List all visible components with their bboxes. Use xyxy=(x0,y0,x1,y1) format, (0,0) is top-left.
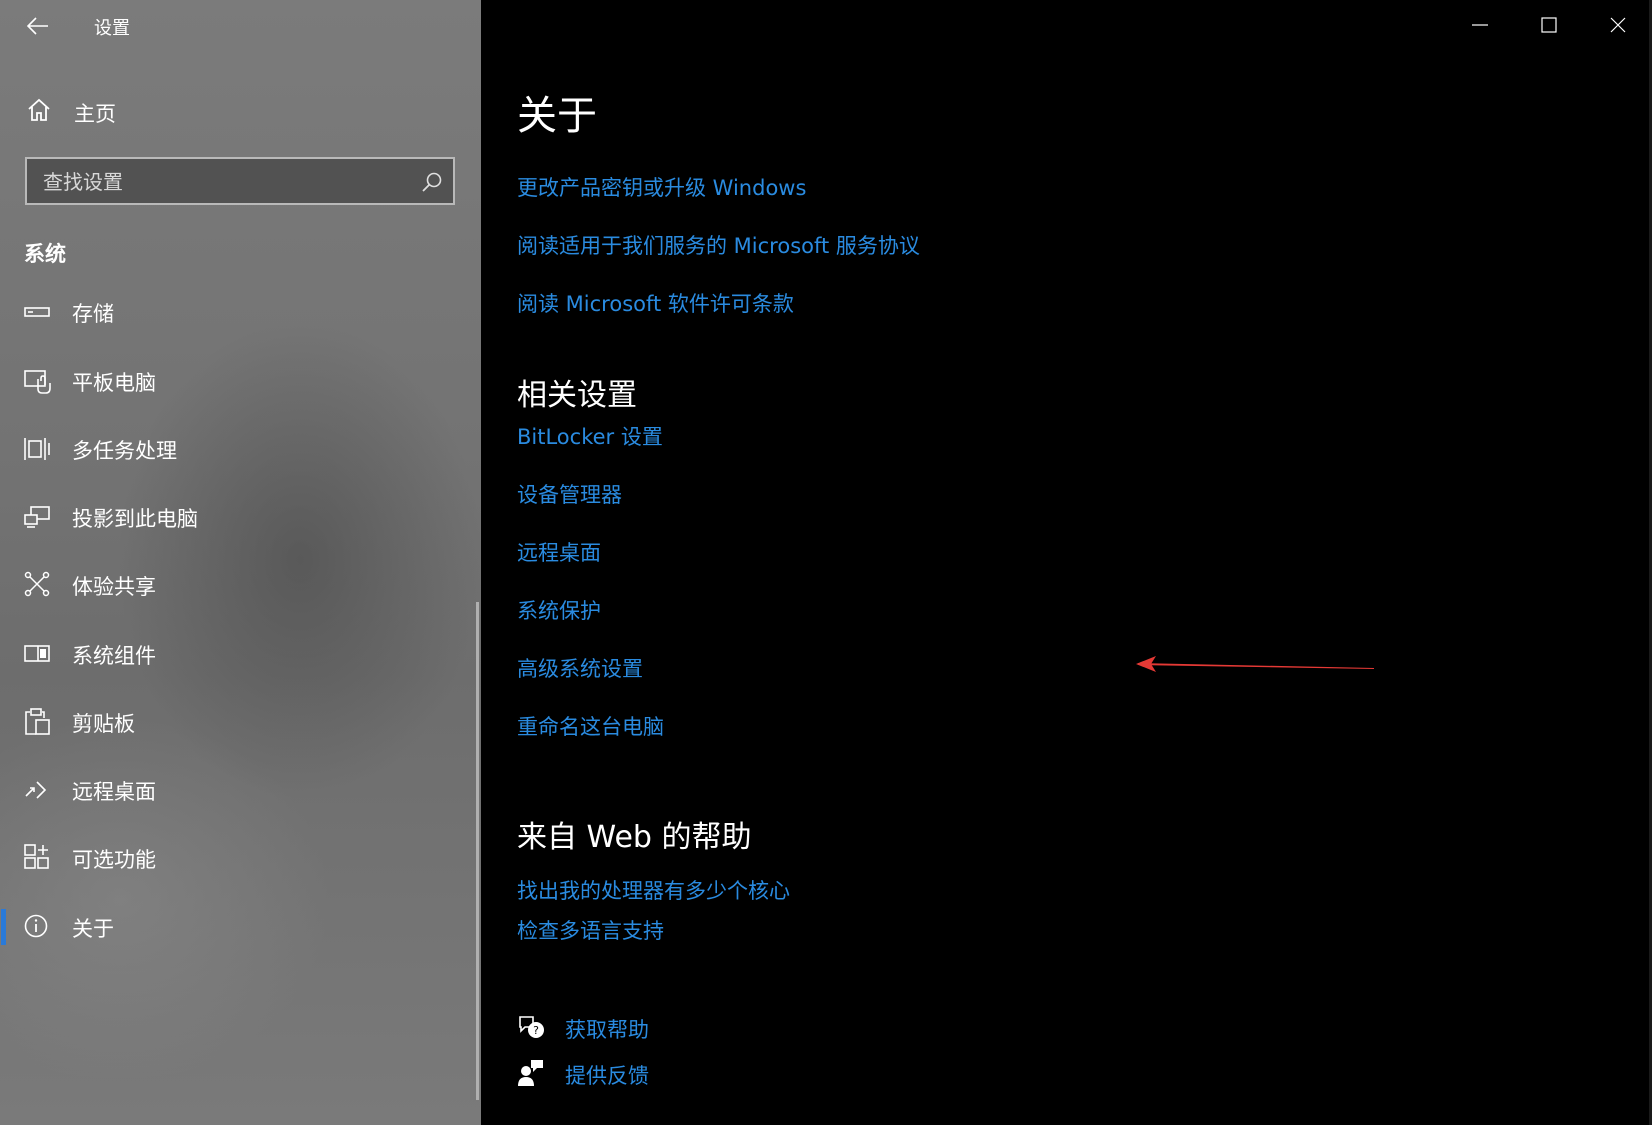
main-pane: 关于 更改产品密钥或升级 Windows 阅读适用于我们服务的 Microsof… xyxy=(481,0,1652,1125)
sidebar-item-label: 存储 xyxy=(72,302,114,326)
remote-desktop-link[interactable]: 远程桌面 xyxy=(517,537,601,567)
search-icon[interactable] xyxy=(421,171,443,193)
sidebar-item-about[interactable]: 关于 xyxy=(0,899,476,955)
app-title: 设置 xyxy=(94,18,130,39)
shared-experiences-icon xyxy=(24,571,50,597)
red-annotation-arrow xyxy=(1136,656,1374,672)
feedback-link[interactable]: 提供反馈 xyxy=(565,1060,649,1090)
svg-text:?: ? xyxy=(533,1024,539,1037)
back-button[interactable] xyxy=(22,12,54,40)
sidebar-item-clipboard[interactable]: 剪贴板 xyxy=(0,694,476,750)
info-icon xyxy=(24,914,48,938)
tablet-icon xyxy=(24,370,51,394)
clipboard-icon xyxy=(25,708,50,735)
web-help-title: 来自 Web 的帮助 xyxy=(517,820,752,855)
sidebar-item-label: 远程桌面 xyxy=(72,780,156,804)
storage-icon xyxy=(24,307,50,317)
remote-desktop-icon xyxy=(25,781,47,799)
sidebar-scrollbar[interactable] xyxy=(476,602,479,1100)
related-settings-title: 相关设置 xyxy=(517,378,637,413)
sidebar-item-label: 主页 xyxy=(74,102,116,126)
sidebar-item-label: 体验共享 xyxy=(72,575,156,599)
home-icon xyxy=(28,98,50,121)
multilanguage-support-link[interactable]: 检查多语言支持 xyxy=(517,915,664,945)
maximize-icon xyxy=(1540,17,1557,33)
minimize-button[interactable] xyxy=(1445,0,1514,50)
device-manager-link[interactable]: 设备管理器 xyxy=(517,479,622,509)
maximize-button[interactable] xyxy=(1514,0,1583,50)
advanced-system-settings-link[interactable]: 高级系统设置 xyxy=(517,653,643,683)
projecting-icon xyxy=(24,506,50,528)
sidebar-item-storage[interactable]: 存储 xyxy=(0,284,476,340)
minimize-icon xyxy=(1471,24,1488,26)
sidebar-item-projecting[interactable]: 投影到此电脑 xyxy=(0,489,476,545)
sidebar-item-label: 多任务处理 xyxy=(72,439,177,463)
sidebar-item-home[interactable]: 主页 xyxy=(0,88,481,134)
sidebar-item-label: 平板电脑 xyxy=(72,371,156,395)
service-agreement-link[interactable]: 阅读适用于我们服务的 Microsoft 服务协议 xyxy=(517,230,920,260)
close-button[interactable] xyxy=(1583,0,1652,50)
sidebar: 设置 主页 系统 存储 xyxy=(0,0,481,1125)
section-heading: 系统 xyxy=(24,242,66,266)
rename-pc-link[interactable]: 重命名这台电脑 xyxy=(517,711,664,741)
sidebar-item-label: 剪贴板 xyxy=(72,712,135,736)
system-protection-link[interactable]: 系统保护 xyxy=(517,595,601,625)
sidebar-item-remote-desktop[interactable]: 远程桌面 xyxy=(0,762,476,818)
sidebar-item-multitasking[interactable]: 多任务处理 xyxy=(0,421,476,477)
search-input[interactable] xyxy=(41,159,415,205)
sidebar-item-label: 关于 xyxy=(72,917,114,941)
settings-window: 设置 主页 系统 存储 xyxy=(0,0,1652,1125)
change-product-key-link[interactable]: 更改产品密钥或升级 Windows xyxy=(517,172,806,202)
selection-indicator xyxy=(1,909,6,945)
close-icon xyxy=(1610,17,1625,33)
title-bar: 设置 xyxy=(0,0,481,52)
sidebar-item-system-components[interactable]: 系统组件 xyxy=(0,626,476,682)
sidebar-item-shared-experiences[interactable]: 体验共享 xyxy=(0,557,476,613)
back-arrow-icon xyxy=(27,17,48,35)
license-terms-link[interactable]: 阅读 Microsoft 软件许可条款 xyxy=(517,288,794,318)
get-help-link[interactable]: 获取帮助 xyxy=(565,1014,649,1044)
window-controls xyxy=(1445,0,1652,50)
help-chat-icon: ? xyxy=(519,1016,544,1038)
system-components-icon xyxy=(24,645,50,662)
sidebar-item-label: 投影到此电脑 xyxy=(72,507,198,531)
search-box[interactable] xyxy=(25,157,455,205)
processor-cores-link[interactable]: 找出我的处理器有多少个核心 xyxy=(517,875,790,905)
bitlocker-settings-link[interactable]: BitLocker 设置 xyxy=(517,421,663,451)
sidebar-item-optional-features[interactable]: 可选功能 xyxy=(0,830,476,886)
optional-features-icon xyxy=(24,844,49,869)
feedback-icon xyxy=(518,1060,543,1086)
sidebar-item-label: 可选功能 xyxy=(72,848,156,872)
sidebar-item-tablet[interactable]: 平板电脑 xyxy=(0,353,476,409)
sidebar-item-label: 系统组件 xyxy=(72,644,156,668)
multitasking-icon xyxy=(24,438,50,460)
page-title: 关于 xyxy=(517,93,597,139)
